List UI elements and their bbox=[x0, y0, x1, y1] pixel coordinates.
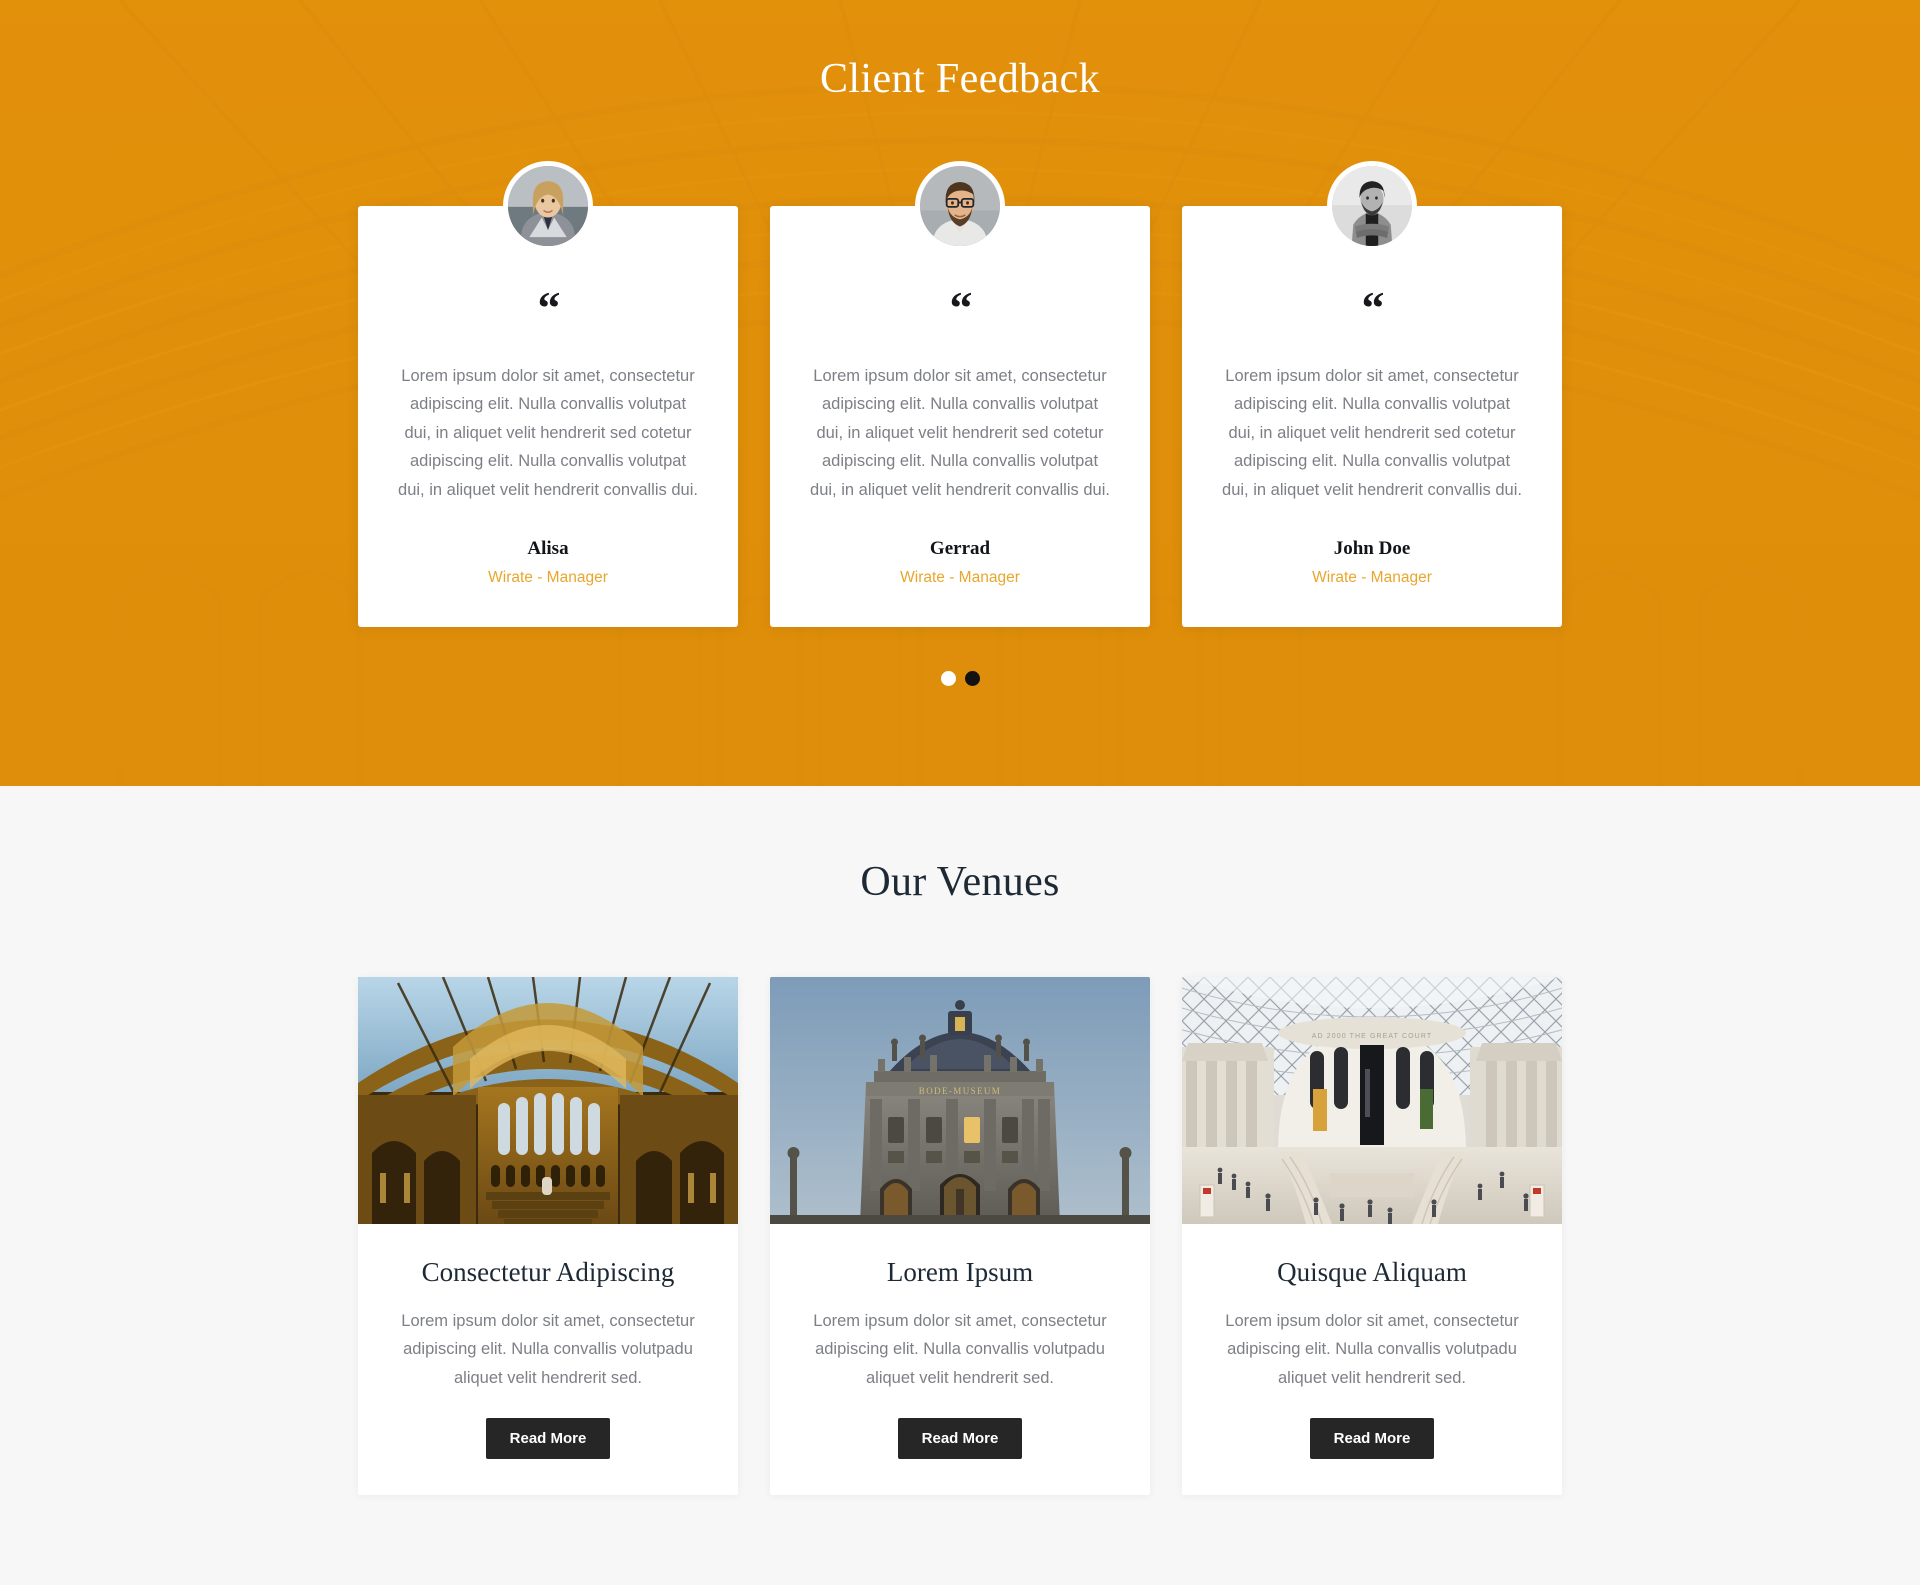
quote-icon: “ bbox=[949, 282, 973, 333]
testimonial-card: “ Lorem ipsum dolor sit amet, consectetu… bbox=[358, 161, 738, 627]
carousel-dot-1[interactable] bbox=[940, 670, 956, 686]
testimonial-author-role: Wirate - Manager bbox=[900, 568, 1020, 586]
quote-icon: “ bbox=[1361, 282, 1385, 333]
venue-description: Lorem ipsum dolor sit amet, consectetur … bbox=[1225, 1312, 1519, 1387]
section-title: Our Venues bbox=[860, 859, 1060, 905]
page-title: Client Feedback bbox=[819, 56, 1101, 102]
venue-image bbox=[358, 977, 738, 1224]
venue-title: Quisque Aliquam bbox=[1277, 1257, 1467, 1287]
testimonial-author-name: John Doe bbox=[1333, 537, 1411, 559]
carousel-dot-2[interactable] bbox=[964, 670, 980, 686]
venue-card: BODE-MUSEUM Lorem Ipsum Lorem ipsum dolo… bbox=[770, 977, 1150, 1496]
avatar bbox=[1327, 161, 1417, 251]
museum-hall-interior-arched-ceiling-icon bbox=[358, 977, 738, 1224]
testimonial-text: Lorem ipsum dolor sit amet, consectetur … bbox=[398, 367, 698, 499]
testimonial-author-name: Gerrad bbox=[929, 537, 991, 559]
venue-description: Lorem ipsum dolor sit amet, consectetur … bbox=[813, 1312, 1107, 1387]
woman-blonde-gray-blazer-icon bbox=[508, 166, 588, 246]
client-feedback-section: Client Feedback “ Lorem ipsum dolor sit … bbox=[0, 0, 1920, 786]
read-more-button[interactable]: Read More bbox=[1309, 1418, 1435, 1460]
carousel-pagination bbox=[0, 670, 1920, 686]
testimonial-text: Lorem ipsum dolor sit amet, consectetur … bbox=[1222, 367, 1522, 499]
testimonial-author-name: Alisa bbox=[527, 537, 569, 559]
testimonial-author-role: Wirate - Manager bbox=[488, 568, 608, 586]
glass-roofed-museum-great-court-icon: AD 2000 THE GREAT COURT bbox=[1182, 977, 1562, 1224]
venue-title: Consectetur Adipiscing bbox=[421, 1257, 675, 1287]
avatar bbox=[915, 161, 1005, 251]
testimonial-author-role: Wirate - Manager bbox=[1312, 568, 1432, 586]
venue-image: AD 2000 THE GREAT COURT bbox=[1182, 977, 1562, 1224]
testimonial-card: “ Lorem ipsum dolor sit amet, consectetu… bbox=[770, 161, 1150, 627]
venue-card-list: Consectetur Adipiscing Lorem ipsum dolor… bbox=[0, 977, 1920, 1496]
testimonial-card-list: “ Lorem ipsum dolor sit amet, consectetu… bbox=[0, 161, 1920, 627]
venue-card: Consectetur Adipiscing Lorem ipsum dolor… bbox=[358, 977, 738, 1496]
man-crossed-arms-bw-icon bbox=[1332, 166, 1412, 246]
svg-text:BODE-MUSEUM: BODE-MUSEUM bbox=[919, 1086, 1001, 1096]
svg-text:AD 2000 THE GREAT COURT: AD 2000 THE GREAT COURT bbox=[1312, 1033, 1432, 1040]
venue-card: AD 2000 THE GREAT COURT Quisque Aliquam … bbox=[1182, 977, 1562, 1496]
read-more-button[interactable]: Read More bbox=[485, 1418, 611, 1460]
venue-title: Lorem Ipsum bbox=[886, 1257, 1034, 1287]
man-glasses-beard-icon bbox=[920, 166, 1000, 246]
read-more-button[interactable]: Read More bbox=[897, 1418, 1023, 1460]
venue-description: Lorem ipsum dolor sit amet, consectetur … bbox=[401, 1312, 695, 1387]
venue-image: BODE-MUSEUM bbox=[770, 977, 1150, 1224]
domed-neoclassical-museum-exterior-dusk-icon: BODE-MUSEUM bbox=[770, 977, 1150, 1224]
testimonial-card: “ Lorem ipsum dolor sit amet, consectetu… bbox=[1182, 161, 1562, 627]
quote-icon: “ bbox=[537, 282, 561, 333]
testimonial-text: Lorem ipsum dolor sit amet, consectetur … bbox=[810, 367, 1110, 499]
avatar bbox=[503, 161, 593, 251]
our-venues-section: Our Venues Consectetur Adipiscing Lorem … bbox=[0, 786, 1920, 1585]
